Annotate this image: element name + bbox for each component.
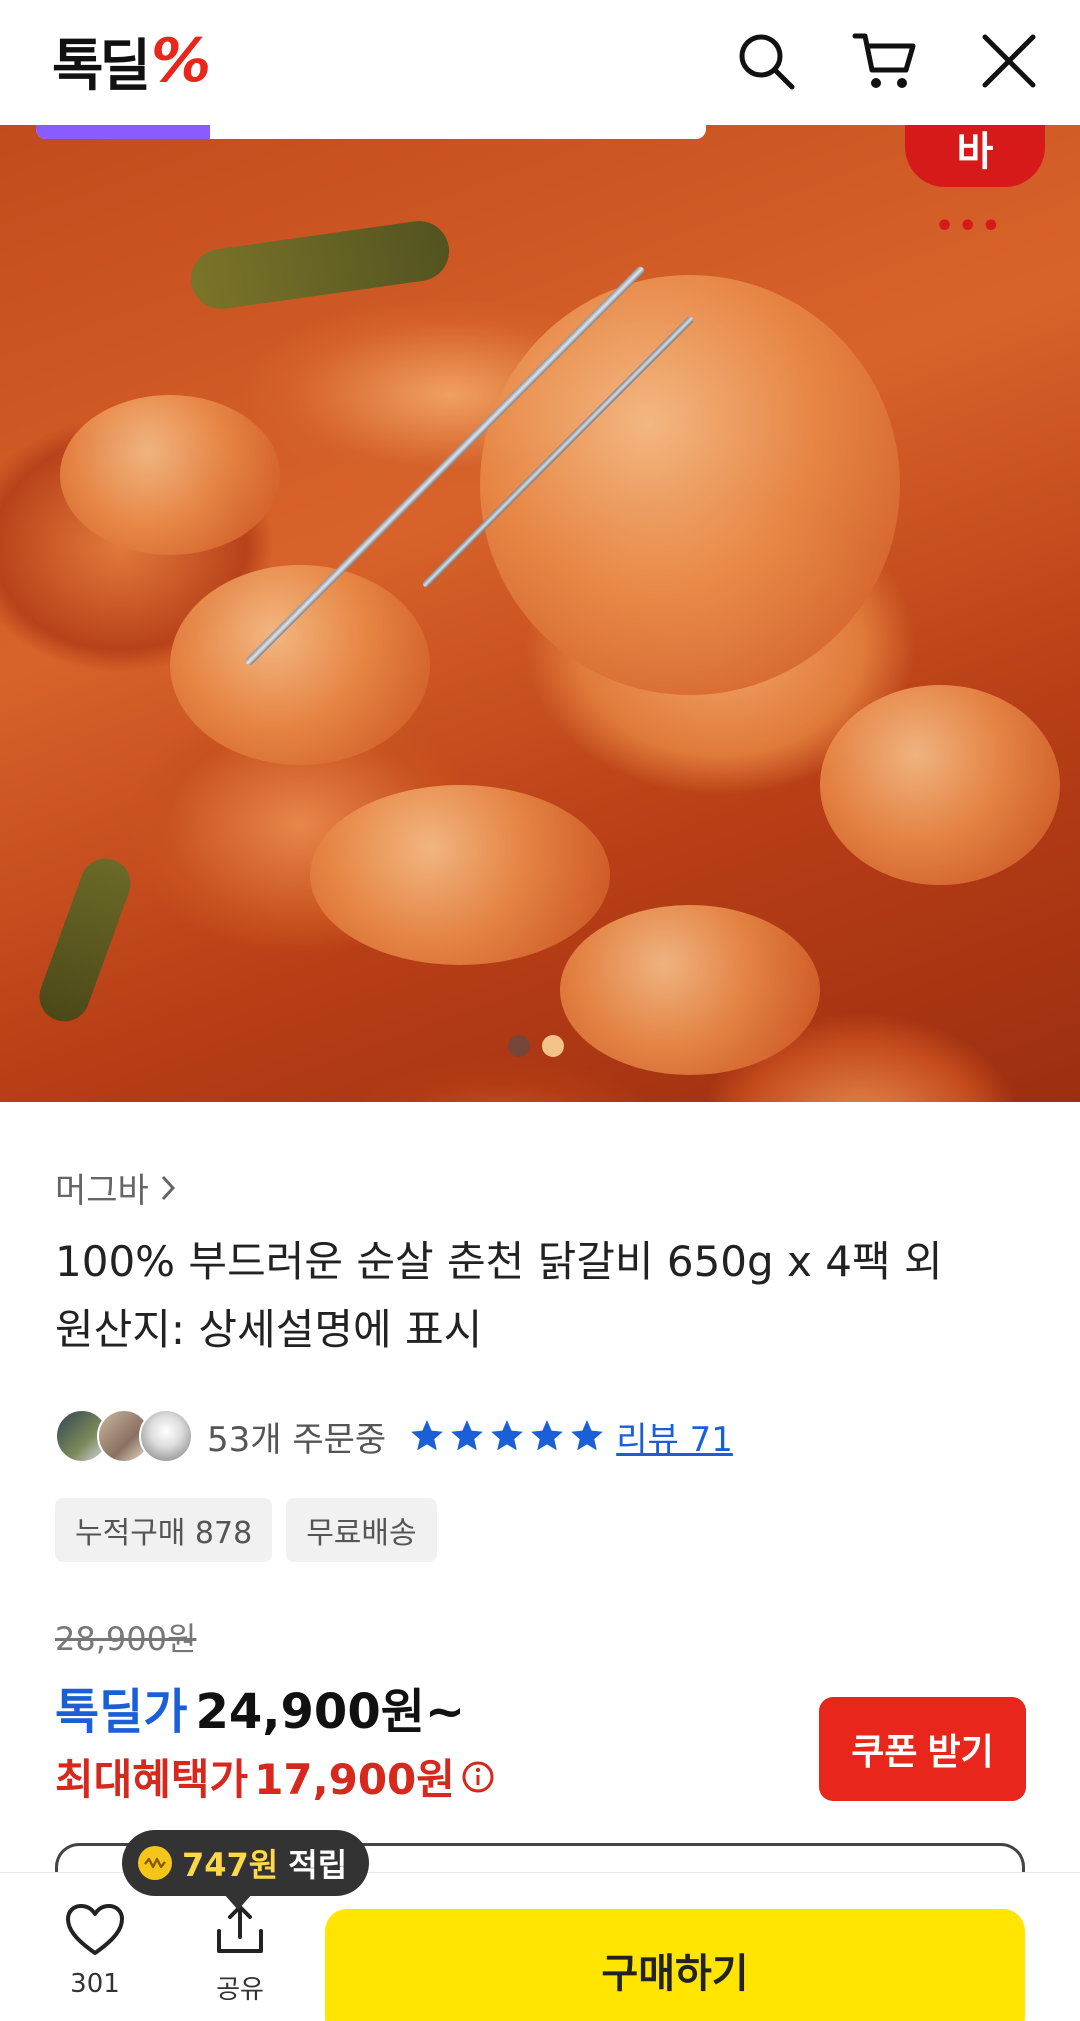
carousel-dot[interactable] — [542, 1035, 564, 1057]
original-price: 28,900원 — [55, 1620, 197, 1658]
close-icon[interactable] — [976, 28, 1042, 94]
top-header: 톡딜 % — [0, 0, 1080, 125]
product-title-line1: 100% 부드러운 순살 춘천 닭갈비 650g x 4팩 외 — [55, 1237, 943, 1286]
reward-amount: 747원 — [182, 1846, 279, 1884]
share-icon — [217, 1905, 263, 1953]
chicken-piece-image — [310, 785, 610, 965]
image-progress-bar — [36, 125, 706, 139]
buy-button[interactable]: 구매하기 — [325, 1909, 1025, 2021]
rating-row: 53개 주문중 리뷰 71 — [55, 1408, 733, 1464]
product-title: 100% 부드러운 순살 춘천 닭갈비 650g x 4팩 외 원산지: 상세설… — [55, 1228, 1035, 1364]
chicken-piece-image — [560, 905, 820, 1075]
coin-icon — [138, 1846, 172, 1880]
logo-mark: % — [151, 26, 212, 96]
max-benefit-label: 최대혜택가 — [55, 1755, 249, 1804]
share-button[interactable]: 공유 — [185, 1903, 295, 2006]
carousel-indicator — [508, 1035, 564, 1057]
star-icon — [451, 1420, 484, 1451]
green-onion-decoration — [187, 217, 453, 313]
brand-dots: ••• — [935, 209, 1005, 244]
chicken-piece-image — [60, 395, 280, 555]
image-progress-fill — [36, 125, 211, 139]
star-icon — [531, 1420, 564, 1451]
chevron-right-icon — [161, 1175, 175, 1200]
coupon-button[interactable]: 쿠폰 받기 — [819, 1697, 1026, 1801]
star-icon — [411, 1420, 444, 1451]
star-icon — [571, 1420, 604, 1451]
cart-icon[interactable] — [852, 28, 918, 94]
product-image-carousel[interactable]: 바 ••• — [0, 125, 1080, 1102]
max-benefit-row: 최대혜택가 17,900원 — [55, 1746, 495, 1807]
star-icon — [491, 1420, 524, 1451]
brand-link[interactable]: 머그바 — [55, 1163, 177, 1212]
orders-count: 53개 주문중 — [207, 1419, 387, 1460]
search-icon[interactable] — [733, 28, 799, 94]
product-tags: 누적구매 878 무료배송 — [55, 1498, 437, 1562]
info-icon[interactable] — [461, 1760, 495, 1794]
carousel-dot[interactable] — [508, 1035, 530, 1057]
deal-price-row: 톡딜가 24,900원~ — [55, 1672, 465, 1742]
review-link[interactable]: 리뷰 71 — [616, 1412, 733, 1461]
brand-name: 머그바 — [55, 1171, 149, 1211]
like-button[interactable]: 301 — [40, 1903, 150, 1999]
product-origin-line: 원산지: 상세설명에 표시 — [55, 1305, 483, 1354]
buyer-avatars — [55, 1409, 193, 1463]
share-label: 공유 — [216, 1975, 264, 2005]
reward-tooltip: 747원 적립 — [122, 1830, 370, 1910]
chicken-piece-image — [170, 565, 430, 765]
green-onion-decoration — [32, 851, 138, 1029]
rating-stars — [408, 1417, 606, 1455]
deal-price-label: 톡딜가 — [55, 1684, 188, 1740]
heart-icon — [66, 1904, 124, 1955]
like-count: 301 — [70, 1969, 120, 1999]
logo-text: 톡딜 — [52, 33, 151, 99]
tag-free-shipping: 무료배송 — [286, 1498, 437, 1562]
tag-cumulative-purchases: 누적구매 878 — [55, 1498, 273, 1562]
avatar — [139, 1409, 193, 1463]
deal-price: 24,900원~ — [195, 1684, 466, 1740]
max-benefit-price: 17,900원 — [254, 1755, 455, 1804]
reward-label: 적립 — [288, 1846, 348, 1884]
chicken-piece-image — [820, 685, 1060, 885]
brand-badge: 바 — [905, 125, 1045, 187]
app-logo[interactable]: 톡딜 % — [52, 26, 212, 99]
chicken-piece-image — [480, 275, 900, 695]
